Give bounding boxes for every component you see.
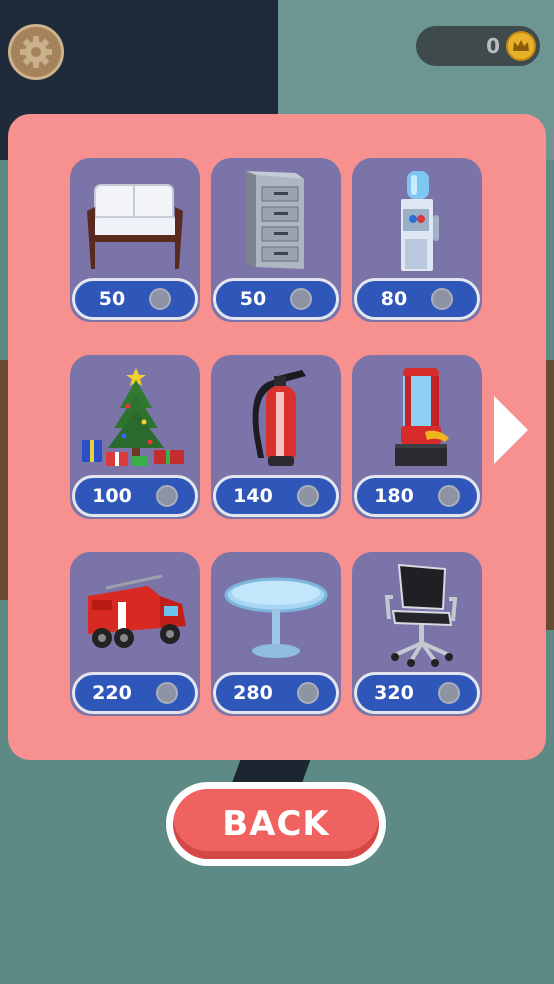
shop-item-fire-truck[interactable]: 220 [70,552,200,716]
sofa-icon [78,166,192,276]
coin-icon [155,682,178,704]
price-button[interactable]: 80 [354,278,480,320]
price-value: 140 [233,485,273,507]
coin-icon [149,288,172,310]
claw-machine-icon [360,363,474,473]
price-button[interactable]: 280 [213,672,339,714]
price-button[interactable]: 220 [72,672,198,714]
shop-item-claw-machine[interactable]: 180 [352,355,482,519]
shop-item-filing-cabinet[interactable]: 50 [211,158,341,322]
fire-extinguisher-icon [219,363,333,473]
round-table-icon [219,560,333,670]
shop-item-office-chair[interactable]: 320 [352,552,482,716]
shop-item-round-table[interactable]: 280 [211,552,341,716]
shop-item-water-cooler[interactable]: 80 [352,158,482,322]
gear-icon [20,36,52,68]
water-cooler-icon [360,166,474,276]
price-button[interactable]: 180 [354,475,480,517]
price-value: 50 [239,288,267,310]
coin-icon [296,485,319,507]
filing-cabinet-icon [219,166,333,276]
coin-counter: 0 [416,26,540,66]
coin-icon [290,288,313,310]
price-button[interactable]: 320 [354,672,480,714]
shop-item-fire-extinguisher[interactable]: 140 [211,355,341,519]
price-value: 100 [92,485,132,507]
price-button[interactable]: 140 [213,475,339,517]
back-button-label: BACK [173,789,379,859]
coin-icon [296,682,319,704]
coin-icon [431,288,454,310]
coin-icon [155,485,178,507]
coin-icon [437,485,460,507]
coin-icon [437,682,460,704]
price-value: 220 [92,682,132,704]
settings-button[interactable] [8,24,64,80]
christmas-tree-icon [78,363,192,473]
price-button[interactable]: 50 [213,278,339,320]
shop-item-sofa[interactable]: 50 [70,158,200,322]
crown-coin-icon [506,31,536,61]
back-button[interactable]: BACK [166,782,386,866]
price-button[interactable]: 50 [72,278,198,320]
price-value: 320 [374,682,414,704]
price-value: 80 [380,288,408,310]
shop-panel: 50 50 80 100 140 180 220 280 320 [8,114,546,760]
chevron-right-icon[interactable] [494,396,528,464]
coin-count: 0 [486,34,500,58]
price-value: 180 [374,485,414,507]
fire-truck-icon [78,560,192,670]
price-value: 50 [98,288,126,310]
price-button[interactable]: 100 [72,475,198,517]
office-chair-icon [360,560,474,670]
shop-item-christmas-tree[interactable]: 100 [70,355,200,519]
price-value: 280 [233,682,273,704]
